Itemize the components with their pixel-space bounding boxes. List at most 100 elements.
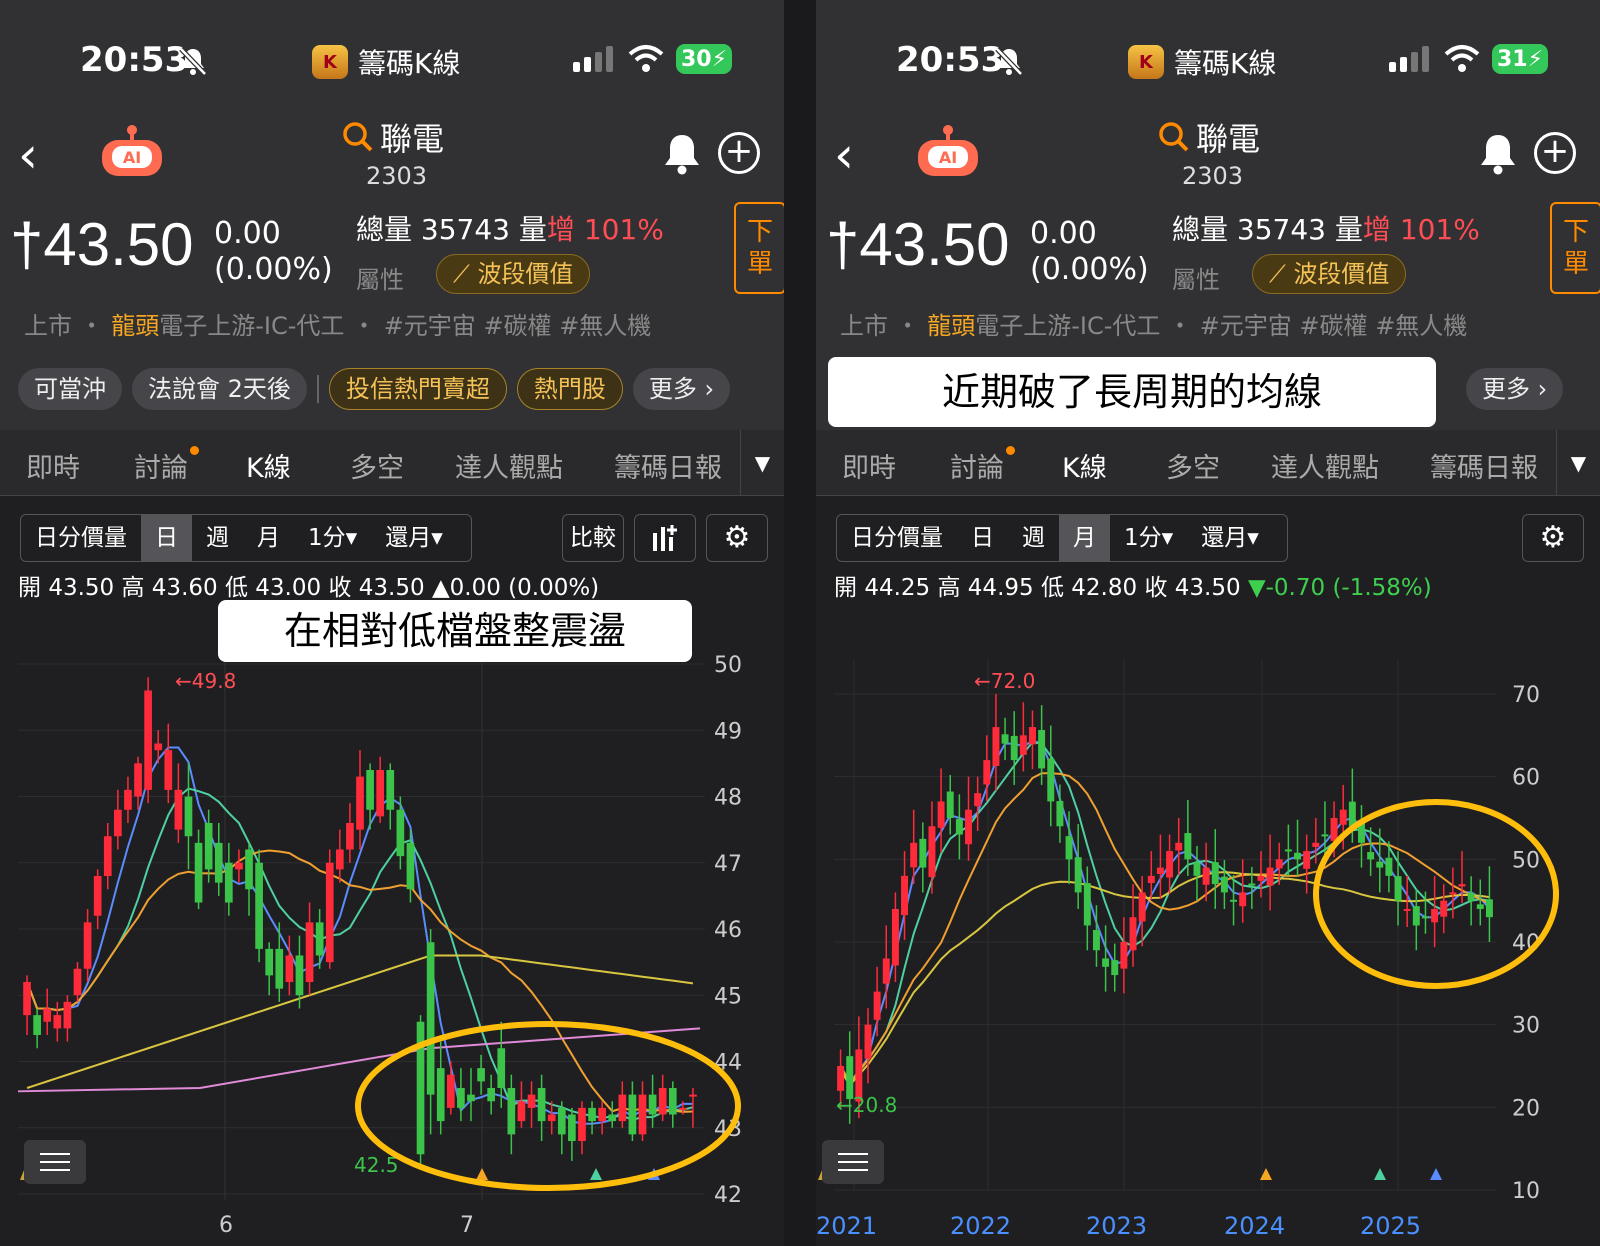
adjust-month[interactable]: 還月▾: [371, 515, 457, 561]
chip-trust-sell[interactable]: 投信熱門賣超: [328, 368, 507, 410]
period-week[interactable]: 週: [192, 515, 243, 561]
chip-row: 可當沖 法說會 2天後 投信熱門賣超 熱門股 更多 ›: [18, 368, 731, 410]
period-month[interactable]: 月: [1059, 515, 1110, 561]
y-tick-label: 70: [1512, 683, 1540, 708]
stock-search[interactable]: 聯電: [1158, 114, 1260, 160]
tag-lead[interactable]: 龍頭: [927, 312, 975, 340]
tag-metaverse[interactable]: #元宇宙: [384, 312, 476, 340]
wave-value-button[interactable]: ⟋ 波段價值: [436, 254, 591, 294]
tab-kline[interactable]: K線: [246, 446, 291, 485]
indicator-button[interactable]: [634, 514, 696, 562]
candle-body: [1330, 818, 1338, 841]
tag-drone[interactable]: #無人機: [1375, 312, 1467, 340]
candle-body: [638, 1094, 647, 1135]
candle-body: [1284, 849, 1292, 852]
order-button[interactable]: 下單: [734, 202, 784, 294]
candle-body: [1138, 892, 1146, 922]
tab-chip-daily[interactable]: 籌碼日報: [614, 446, 724, 485]
chip-more[interactable]: 更多 ›: [632, 368, 731, 410]
stock-name: 聯電: [1196, 120, 1261, 158]
candlestick-chart[interactable]: 706050403020102021 2022 2023 2024 2025←72.0←…: [816, 640, 1600, 1240]
candle-body: [1047, 758, 1055, 802]
tab-kline[interactable]: K線: [1062, 446, 1107, 485]
tag-industry[interactable]: 電子上游-IC-代工: [975, 312, 1160, 340]
candle-body: [517, 1101, 526, 1122]
back-icon[interactable]: ‹: [834, 130, 854, 180]
highlight-ellipse: [1313, 799, 1559, 989]
candle-body: [1476, 904, 1484, 909]
tag-industry[interactable]: 電子上游-IC-代工: [159, 312, 344, 340]
y-tick-label: 49: [714, 719, 742, 744]
stock-search[interactable]: 聯電: [342, 114, 444, 160]
tab-realtime[interactable]: 即時: [26, 446, 80, 485]
tab-realtime[interactable]: 即時: [842, 446, 896, 485]
tag-carbon[interactable]: #碳權: [483, 312, 551, 340]
candle-body: [1156, 867, 1164, 874]
tag-metaverse[interactable]: #元宇宙: [1200, 312, 1292, 340]
tab-dropdown-icon[interactable]: ▼: [1556, 430, 1600, 496]
volume-unit: 量: [518, 213, 547, 246]
wave-value-button[interactable]: ⟋ 波段價值: [1252, 254, 1407, 294]
period-month[interactable]: 月: [243, 515, 294, 561]
candle-body: [882, 958, 890, 984]
adjust-month[interactable]: 還月▾: [1187, 515, 1273, 561]
tab-dropdown-icon[interactable]: ▼: [740, 430, 784, 496]
tag-carbon[interactable]: #碳權: [1299, 312, 1367, 340]
tab-discussion-label: 討論: [950, 453, 1004, 484]
chip-hot-stock[interactable]: 熱門股: [516, 368, 623, 410]
candle-body: [983, 760, 991, 785]
candle-body: [1376, 861, 1384, 868]
period-week[interactable]: 週: [1008, 515, 1059, 561]
order-button[interactable]: 下單: [1550, 202, 1600, 294]
chip-more[interactable]: 更多 ›: [1466, 368, 1564, 410]
settings-button[interactable]: ⚙: [706, 514, 768, 562]
indicator-add-icon: [653, 525, 677, 551]
chip-earnings-call[interactable]: 法說會 2天後: [132, 368, 307, 410]
settings-button[interactable]: ⚙: [1522, 514, 1584, 562]
bell-icon[interactable]: [662, 132, 702, 176]
tab-chip-daily[interactable]: 籌碼日報: [1430, 446, 1540, 485]
candle-body: [1449, 892, 1457, 895]
candle-body: [23, 982, 31, 1016]
candle-body: [1083, 883, 1091, 926]
candle-body: [1019, 735, 1027, 755]
add-watchlist-icon[interactable]: +: [718, 132, 760, 174]
candle-body: [194, 842, 203, 903]
ai-robot-icon[interactable]: AI: [914, 124, 982, 180]
chip-day-trade[interactable]: 可當沖: [18, 368, 122, 410]
period-selector: 日分價量 日 週 月 1分▾ 還月▾: [20, 514, 472, 562]
candle-body: [1257, 875, 1265, 881]
back-icon[interactable]: ‹: [18, 130, 38, 180]
tag-lead[interactable]: 龍頭: [111, 312, 159, 340]
tab-bull-bear[interactable]: 多空: [350, 446, 404, 485]
candle-body: [487, 1088, 495, 1102]
candle-body: [1421, 916, 1429, 919]
tab-expert-view[interactable]: 達人觀點: [1271, 446, 1379, 485]
app-name: 籌碼K線: [358, 47, 461, 80]
period-1min[interactable]: 1分▾: [1110, 515, 1187, 561]
price-value: 43.50: [43, 211, 194, 278]
mode-price-volume[interactable]: 日分價量: [837, 515, 957, 561]
period-day[interactable]: 日: [957, 515, 1008, 561]
candle-body: [1321, 834, 1329, 837]
bell-icon[interactable]: [1478, 132, 1518, 176]
period-day[interactable]: 日: [141, 515, 192, 561]
candle-body: [928, 826, 936, 878]
mode-price-volume[interactable]: 日分價量: [21, 515, 141, 561]
tab-discussion[interactable]: 討論: [950, 446, 1015, 485]
silent-bell-icon: [179, 47, 207, 76]
candle-body: [1029, 727, 1036, 745]
tab-bull-bear[interactable]: 多空: [1166, 446, 1220, 485]
change-percent: (0.00%): [214, 252, 333, 287]
candle-body: [174, 789, 183, 830]
candle-body: [436, 1068, 445, 1122]
tab-expert-view[interactable]: 達人觀點: [455, 446, 563, 485]
candlestick-chart[interactable]: 5049484746454443426 7←49.842.5: [0, 640, 784, 1240]
period-1min[interactable]: 1分▾: [294, 515, 371, 561]
ai-robot-icon[interactable]: AI: [98, 124, 166, 180]
tag-drone[interactable]: #無人機: [559, 312, 651, 340]
add-watchlist-icon[interactable]: +: [1534, 132, 1576, 174]
candle-body: [1348, 801, 1356, 827]
tab-discussion[interactable]: 討論: [134, 446, 199, 485]
compare-button[interactable]: 比較: [562, 514, 624, 562]
